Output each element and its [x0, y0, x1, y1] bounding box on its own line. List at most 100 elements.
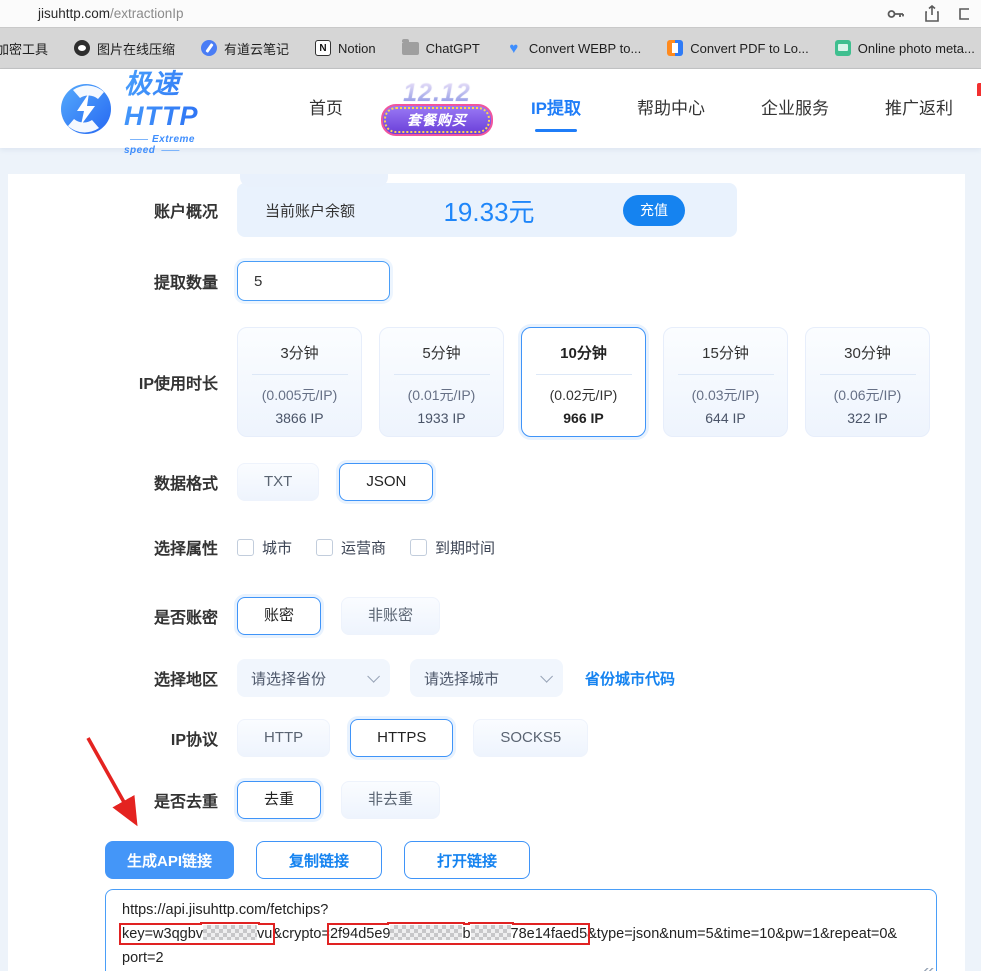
checkbox-icon[interactable] — [237, 538, 254, 556]
brand-logo[interactable]: 极速HTTP Extreme speed — [60, 62, 221, 156]
url-path: /extractionIp — [110, 6, 184, 21]
protocol-option-socks5[interactable]: SOCKS5 — [473, 719, 589, 757]
nav-item-referral[interactable]: 推广返利 — [857, 69, 981, 148]
duration-price: (0.06元/IP) — [833, 387, 902, 403]
duration-card-5min[interactable]: 5分钟 (0.01元/IP) 1933 IP — [379, 327, 504, 437]
auth-label: 是否账密 — [153, 610, 218, 627]
brand-name: 极速HTTP — [124, 62, 221, 132]
key-visible-end: vu — [257, 926, 273, 942]
chevron-down-icon — [540, 669, 553, 683]
checkbox-icon[interactable] — [316, 538, 334, 556]
generate-api-link-button[interactable]: 生成API链接 — [105, 841, 235, 879]
nav-item-help-center[interactable]: 帮助中心 — [609, 69, 733, 148]
brand-tagline: Extreme speed — [124, 134, 221, 156]
share-icon[interactable] — [925, 5, 939, 22]
format-option-txt[interactable]: TXT — [237, 463, 320, 501]
scrolled-element-remnant — [240, 174, 388, 187]
api-url-line2: key=w3qgbv vu&crypto=2f94d5e9 b 78e14faed5&… — [118, 922, 920, 946]
bookmark-item[interactable]: ChatGPT — [401, 38, 480, 56]
duration-price: (0.03元/IP) — [691, 387, 760, 403]
site-header: 极速HTTP Extreme speed 首页 12.12 套餐购买 IP提取 … — [0, 69, 981, 156]
bookmark-item[interactable]: 有道云笔记 — [201, 39, 289, 58]
open-link-button[interactable]: 打开链接 — [404, 841, 531, 879]
region-label: 选择地区 — [153, 672, 218, 689]
protocol-label: IP协议 — [170, 732, 218, 749]
duration-count: 1933 IP — [417, 410, 466, 426]
url-domain: jisuhttp.com — [38, 6, 111, 21]
bookmark-label: 图片在线压缩 — [97, 41, 176, 57]
page-url[interactable]: jisuhttp.com/extractionIp — [38, 6, 184, 21]
promo-pill-label: 套餐购买 — [380, 104, 493, 136]
duration-card-3min[interactable]: 3分钟 (0.005元/IP) 3866 IP — [237, 327, 362, 437]
checkbox-city[interactable]: 城市 — [237, 537, 292, 558]
key-visible-start: key=w3qgbv — [122, 926, 204, 942]
extraction-form-card: 账户概况 当前账户余额 19.33元 充值 提取数量 IP使用时长 3分钟 (0… — [8, 174, 965, 971]
checkbox-icon[interactable] — [410, 538, 428, 556]
quantity-input[interactable] — [237, 261, 390, 301]
bookmark-item[interactable]: 加密工具 — [0, 39, 48, 58]
key-annotation-box: key=w3qgbv vu — [118, 923, 276, 945]
key-icon[interactable] — [887, 7, 905, 21]
province-placeholder: 请选择省份 — [251, 670, 327, 688]
dedupe-option-no[interactable]: 非去重 — [341, 781, 441, 819]
chevron-down-icon — [367, 669, 380, 683]
province-city-code-link[interactable]: 省份城市代码 — [585, 668, 675, 689]
copy-link-button[interactable]: 复制链接 — [256, 841, 383, 879]
bookmark-label: Convert WEBP to... — [528, 40, 642, 56]
crypto-visible-end: 78e14faed5 — [510, 926, 588, 942]
crypto-annotation-box: 2f94d5e9 b 78e14faed5 — [326, 923, 591, 945]
browser-address-bar[interactable]: jisuhttp.com/extractionIp — [0, 0, 981, 27]
promo-badge[interactable]: 12.12 套餐购买 — [380, 81, 493, 136]
auth-option-credentials-selected[interactable]: 账密 — [237, 597, 322, 635]
checkbox-label: 城市 — [262, 539, 293, 557]
bookmark-label: ChatGPT — [425, 40, 480, 56]
bookmark-item[interactable]: ♥ Convert WEBP to... — [506, 40, 642, 57]
panda-icon — [74, 40, 91, 56]
province-select[interactable]: 请选择省份 — [237, 659, 390, 697]
api-url-line1: https://api.jisuhttp.com/fetchips? — [122, 902, 329, 918]
bookmark-item[interactable]: N Notion — [315, 40, 376, 56]
nav-item-home[interactable]: 首页 — [281, 69, 371, 148]
dedupe-option-yes-selected[interactable]: 去重 — [237, 781, 322, 819]
main-nav: 首页 12.12 套餐购买 IP提取 帮助中心 企业服务 推广返利 — [281, 69, 981, 148]
bookmark-label: Convert PDF to Lo... — [690, 40, 809, 56]
duration-price: (0.01元/IP) — [407, 387, 476, 403]
balance-amount: 19.33元 — [443, 196, 535, 227]
duration-card-15min[interactable]: 15分钟 (0.03元/IP) 644 IP — [663, 327, 788, 437]
notion-icon: N — [315, 40, 332, 56]
crypto-visible-mid: b — [462, 926, 471, 942]
checkbox-label: 到期时间 — [435, 539, 496, 557]
format-option-json-selected[interactable]: JSON — [339, 463, 434, 501]
nav-item-enterprise[interactable]: 企业服务 — [733, 69, 857, 148]
city-placeholder: 请选择城市 — [424, 670, 500, 688]
api-url-textarea[interactable]: https://api.jisuhttp.com/fetchips? key=w… — [105, 889, 937, 971]
duration-title: 15分钟 — [702, 345, 749, 362]
folder-icon — [401, 38, 419, 55]
bookmark-item[interactable]: Online photo meta... — [834, 40, 975, 56]
checkbox-expiry[interactable]: 到期时间 — [410, 537, 495, 558]
protocol-option-http[interactable]: HTTP — [237, 719, 331, 757]
crypto-visible-start: 2f94d5e9 — [329, 926, 391, 942]
duration-card-30min[interactable]: 30分钟 (0.06元/IP) 322 IP — [805, 327, 930, 437]
duration-title: 30分钟 — [844, 345, 891, 362]
lightning-logo-icon — [61, 83, 111, 134]
duration-card-10min-selected[interactable]: 10分钟 (0.02元/IP) 966 IP — [521, 327, 646, 437]
bookmark-item[interactable]: 图片在线压缩 — [74, 39, 175, 58]
clipped-toolbar-icon[interactable] — [959, 7, 969, 21]
account-balance-panel: 当前账户余额 19.33元 充值 — [237, 183, 737, 237]
nav-item-label: 推广返利 — [885, 99, 953, 118]
bookmark-label: Online photo meta... — [857, 40, 975, 56]
city-select[interactable]: 请选择城市 — [410, 659, 563, 697]
protocol-option-https-selected[interactable]: HTTPS — [350, 719, 454, 757]
bookmark-item[interactable]: Convert PDF to Lo... — [667, 40, 809, 56]
auth-option-no-credentials[interactable]: 非账密 — [341, 597, 441, 635]
account-overview-label: 账户概况 — [153, 204, 218, 221]
api-url-params: &type=json&num=5&time=10&pw=1&repeat=0& — [587, 926, 898, 942]
recharge-button[interactable]: 充值 — [623, 194, 685, 226]
photo-icon — [834, 40, 851, 56]
nav-item-ip-extract[interactable]: IP提取 — [503, 69, 609, 148]
format-label: 数据格式 — [153, 476, 218, 493]
duration-count: 644 IP — [705, 410, 746, 426]
crypto-redaction-mosaic — [470, 925, 511, 940]
checkbox-carrier[interactable]: 运营商 — [316, 537, 386, 558]
